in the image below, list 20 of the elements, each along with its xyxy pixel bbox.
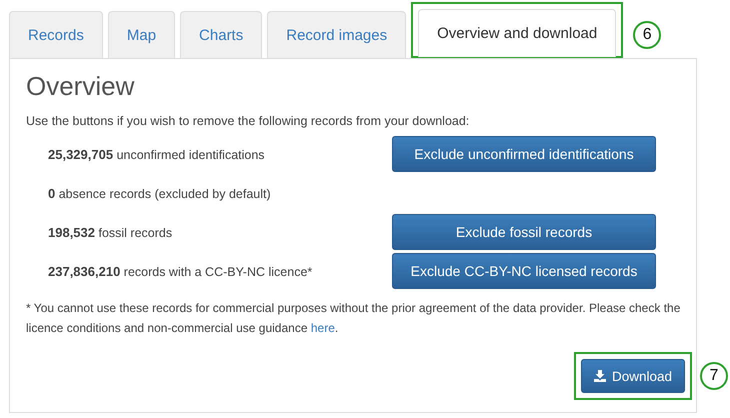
exclude-button[interactable]: Exclude CC-BY-NC licensed records — [392, 253, 656, 289]
footnote-text: * You cannot use these records for commercial purposes without the prior agreement of the data provider. Please check the licence conditions and non-commercial use guidance here. — [26, 300, 682, 337]
tab[interactable]: Records — [9, 11, 103, 58]
record-count-text: 237,836,210 records with a CC-BY-NC licence* — [48, 264, 314, 278]
download-button[interactable]: Download — [580, 359, 685, 393]
heading: Overview — [26, 71, 136, 102]
download-icon — [594, 370, 606, 382]
exclude-button[interactable]: Exclude fossil records — [392, 214, 656, 250]
here-link[interactable]: here — [310, 321, 335, 335]
callout-number: 7 — [700, 362, 728, 390]
tab[interactable]: Record images — [267, 11, 406, 58]
intro-text: Use the buttons if you wish to remove the following records from your download: — [26, 114, 470, 128]
record-count-text: 25,329,705 unconfirmed identifications — [48, 146, 266, 162]
tab[interactable]: Overview and download — [418, 9, 616, 57]
tab[interactable]: Map — [108, 11, 176, 58]
record-count-text: 198,532 fossil records — [48, 224, 174, 240]
exclude-button[interactable]: Exclude unconfirmed identifications — [392, 136, 656, 172]
record-count-text: 0 absence records (excluded by default) — [48, 186, 272, 200]
callout-number: 6 — [633, 21, 662, 49]
tab[interactable]: Charts — [180, 11, 262, 58]
